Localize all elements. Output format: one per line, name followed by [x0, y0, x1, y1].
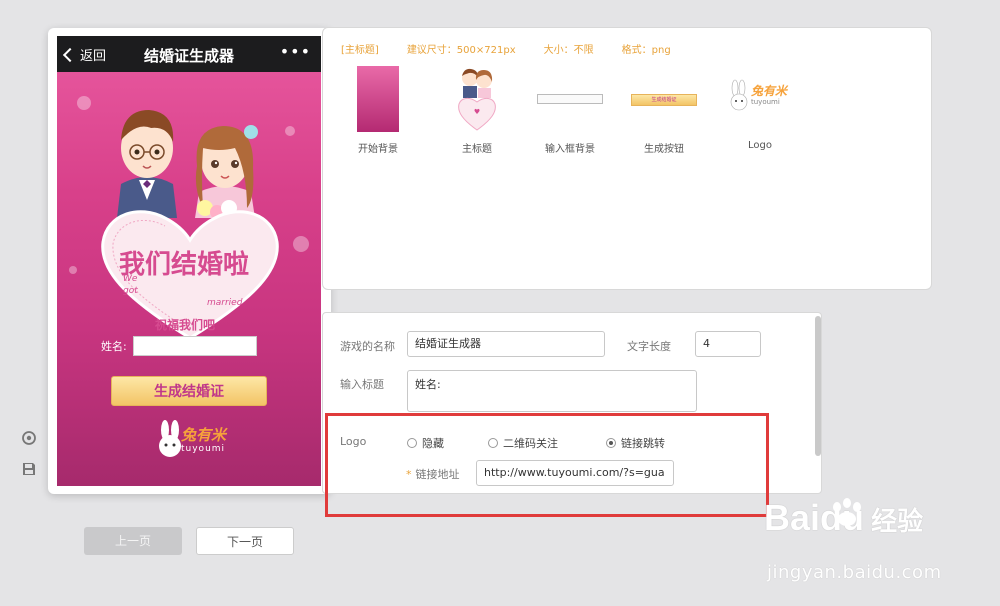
name-row: 姓名: — [101, 336, 257, 356]
input-background-thumb-wrap — [537, 66, 603, 132]
asset-main-title[interactable]: ♥ 主标题 — [457, 66, 497, 155]
logo-thumb-sub: tuyoumi — [751, 98, 780, 106]
sparkle — [293, 236, 309, 252]
svg-text:♥: ♥ — [474, 108, 480, 116]
input-title-textarea[interactable]: 姓名: — [407, 370, 697, 412]
asset-caption: 开始背景 — [358, 144, 398, 155]
generate-button-thumb-wrap: 生成结婚证 — [631, 66, 697, 132]
asset-caption: Logo — [748, 140, 772, 151]
asset-generate-button[interactable]: 生成结婚证 生成按钮 — [631, 66, 697, 155]
save-icon[interactable] — [21, 461, 37, 477]
logo-thumb-wrap: 兔有米 tuyoumi — [727, 66, 793, 132]
asset-info: [主标题] 建议尺寸：500×721px 大小：不限 格式：png — [341, 41, 671, 56]
text-length-label: 文字长度 — [627, 340, 671, 353]
next-page-button[interactable]: 下一页 — [196, 527, 294, 555]
red-highlight-box — [325, 413, 769, 517]
text-length-input[interactable]: 4 — [695, 331, 761, 357]
form-scrollbar[interactable] — [815, 316, 821, 456]
phone-header: 返回 结婚证生成器 ••• — [57, 36, 321, 72]
name-label: 姓名: — [101, 340, 127, 353]
asset-size-hint: 建议尺寸：500×721px — [406, 45, 516, 56]
asset-start-background[interactable]: 开始背景 — [357, 66, 399, 155]
game-name-label: 游戏的名称 — [340, 340, 395, 353]
heart-subtitle: 祝福我们吧 — [155, 318, 216, 332]
prev-page-button[interactable]: 上一页 — [84, 527, 182, 555]
sparkle — [285, 126, 295, 136]
watermark-brand-cn: 经验 — [871, 507, 924, 537]
main-title-thumb: ♥ — [458, 68, 496, 131]
eye-icon[interactable] — [21, 430, 37, 446]
phone-preview: 返回 结婚证生成器 ••• 我们结婚啦 We got married 祝福我们吧… — [48, 28, 331, 494]
asset-tag: [主标题] — [341, 45, 379, 56]
watermark-url: jingyan.baidu.com — [767, 562, 942, 583]
phone-logo-text: 兔有米 — [181, 426, 227, 444]
couple-illustration — [117, 110, 258, 218]
input-title-label: 输入标题 — [340, 378, 384, 391]
generate-button[interactable]: 生成结婚证 — [111, 376, 267, 406]
asset-panel: [主标题] 建议尺寸：500×721px 大小：不限 格式：png 开始背景 ♥… — [322, 27, 932, 290]
asset-input-background[interactable]: 输入框背景 — [537, 66, 603, 155]
asset-file-size: 大小：不限 — [543, 45, 594, 56]
phone-logo-sub: tuyoumi — [181, 444, 226, 454]
sparkle — [69, 266, 77, 274]
more-icon[interactable]: ••• — [280, 42, 311, 61]
name-input[interactable] — [132, 336, 257, 356]
heart-en-we: We — [123, 274, 138, 284]
asset-format: 格式：png — [621, 45, 671, 56]
asset-logo[interactable]: 兔有米 tuyoumi Logo — [727, 66, 793, 151]
heart-en-got: got — [123, 286, 138, 296]
logo-thumb-text: 兔有米 — [751, 84, 788, 98]
heart-title: 我们结婚啦 — [119, 250, 250, 280]
start-background-thumb — [357, 66, 399, 132]
paw-icon — [833, 498, 861, 526]
sparkle — [77, 96, 91, 110]
input-background-thumb — [537, 94, 603, 104]
phone-screen: 返回 结婚证生成器 ••• 我们结婚啦 We got married 祝福我们吧… — [57, 36, 321, 486]
generate-button-thumb: 生成结婚证 — [631, 94, 697, 106]
game-name-input[interactable]: 结婚证生成器 — [407, 331, 605, 357]
heart-en-married: married — [207, 298, 243, 308]
